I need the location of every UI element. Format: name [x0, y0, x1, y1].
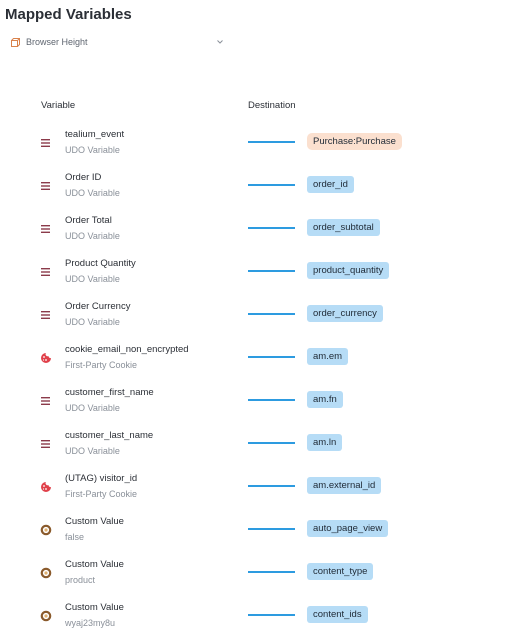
destination-chip[interactable]: order_id: [307, 176, 354, 193]
variable-name: tealium_event: [65, 129, 125, 140]
mapping-row[interactable]: cookie_email_non_encrypted First-Party Co…: [0, 341, 521, 384]
chevron-down-icon[interactable]: [216, 38, 224, 46]
variable-name: cookie_email_non_encrypted: [65, 344, 189, 355]
variable-name: Order Total: [65, 215, 112, 226]
browser-height-selector[interactable]: Browser Height: [10, 35, 224, 49]
variable-type: UDO Variable: [65, 188, 120, 198]
mapping-connector-line: [248, 141, 295, 143]
mapping-connector-line: [248, 356, 295, 358]
variable-name: Custom Value: [65, 602, 124, 613]
mapping-connector-line: [248, 571, 295, 573]
variable-name: customer_first_name: [65, 387, 154, 398]
mapping-row[interactable]: Custom Value false auto_page_view: [0, 513, 521, 556]
custom-value-icon: [40, 566, 52, 579]
mapping-connector-line: [248, 184, 295, 186]
mapping-row[interactable]: (UTAG) visitor_id First-Party Cookie am.ex…: [0, 470, 521, 513]
mapping-row[interactable]: tealium_event UDO Variable Purchase:Purcha…: [0, 126, 521, 169]
destination-chip[interactable]: order_currency: [307, 305, 383, 322]
variable-name: (UTAG) visitor_id: [65, 473, 138, 484]
variable-name: Product Quantity: [65, 258, 136, 269]
mapping-row[interactable]: Order Currency UDO Variable order_currency: [0, 298, 521, 341]
udo-variable-icon: [40, 222, 52, 234]
variable-column-header: Variable: [41, 100, 76, 111]
destination-chip[interactable]: auto_page_view: [307, 520, 389, 537]
destination-chip[interactable]: product_quantity: [307, 262, 390, 279]
mapping-row[interactable]: Order Total UDO Variable order_subtotal: [0, 212, 521, 255]
variable-type: UDO Variable: [65, 145, 120, 155]
mapping-row[interactable]: Product Quantity UDO Variable product_quan…: [0, 255, 521, 298]
udo-variable-icon: [40, 179, 52, 191]
mapping-list: tealium_event UDO Variable Purchase:Purcha…: [0, 126, 521, 642]
variable-type: wyaj23my8u: [65, 618, 116, 628]
custom-value-icon: [40, 523, 52, 536]
mapping-connector-line: [248, 614, 295, 616]
cookie-icon: [40, 351, 52, 363]
variable-type: UDO Variable: [65, 317, 120, 327]
mapping-connector-line: [248, 270, 295, 272]
destination-chip[interactable]: order_subtotal: [307, 219, 380, 236]
mapping-row[interactable]: Order ID UDO Variable order_id: [0, 169, 521, 212]
custom-value-icon: [40, 609, 52, 622]
variable-type: false: [65, 532, 85, 542]
mapping-row[interactable]: Custom Value wyaj23my8u content_ids: [0, 599, 521, 642]
variable-name: Order ID: [65, 172, 102, 183]
variable-type: product: [65, 575, 96, 585]
udo-variable-icon: [40, 265, 52, 277]
variable-type: UDO Variable: [65, 403, 120, 413]
mapping-row[interactable]: customer_first_name UDO Variable am.fn: [0, 384, 521, 427]
udo-variable-icon: [40, 136, 52, 148]
destination-chip[interactable]: Purchase:Purchase: [307, 133, 402, 150]
variable-name: Custom Value: [65, 516, 124, 527]
mapping-connector-line: [248, 227, 295, 229]
selector-label: Browser Height: [26, 37, 88, 47]
cookie-icon: [40, 480, 52, 492]
destination-chip[interactable]: am.external_id: [307, 477, 382, 494]
page-title: Mapped Variables: [5, 6, 132, 23]
udo-variable-icon: [40, 308, 52, 320]
udo-variable-icon: [40, 394, 52, 406]
destination-chip[interactable]: content_ids: [307, 606, 368, 623]
variable-name: Order Currency: [65, 301, 131, 312]
destination-chip[interactable]: content_type: [307, 563, 374, 580]
mapping-row[interactable]: Custom Value product content_type: [0, 556, 521, 599]
variable-name: customer_last_name: [65, 430, 154, 441]
destination-chip[interactable]: am.fn: [307, 391, 343, 408]
mapping-row[interactable]: customer_last_name UDO Variable am.ln: [0, 427, 521, 470]
variable-type: UDO Variable: [65, 446, 120, 456]
destination-chip[interactable]: am.ln: [307, 434, 343, 451]
mapping-connector-line: [248, 528, 295, 530]
variable-type: First-Party Cookie: [65, 489, 138, 499]
destination-column-header: Destination: [248, 100, 296, 111]
mapping-connector-line: [248, 485, 295, 487]
variable-type: UDO Variable: [65, 274, 120, 284]
variable-name: Custom Value: [65, 559, 124, 570]
variable-type: UDO Variable: [65, 231, 120, 241]
variable-type: First-Party Cookie: [65, 360, 138, 370]
destination-chip[interactable]: am.em: [307, 348, 349, 365]
cube-icon: [10, 37, 21, 48]
mapping-connector-line: [248, 442, 295, 444]
udo-variable-icon: [40, 437, 52, 449]
mapping-connector-line: [248, 399, 295, 401]
mapping-connector-line: [248, 313, 295, 315]
